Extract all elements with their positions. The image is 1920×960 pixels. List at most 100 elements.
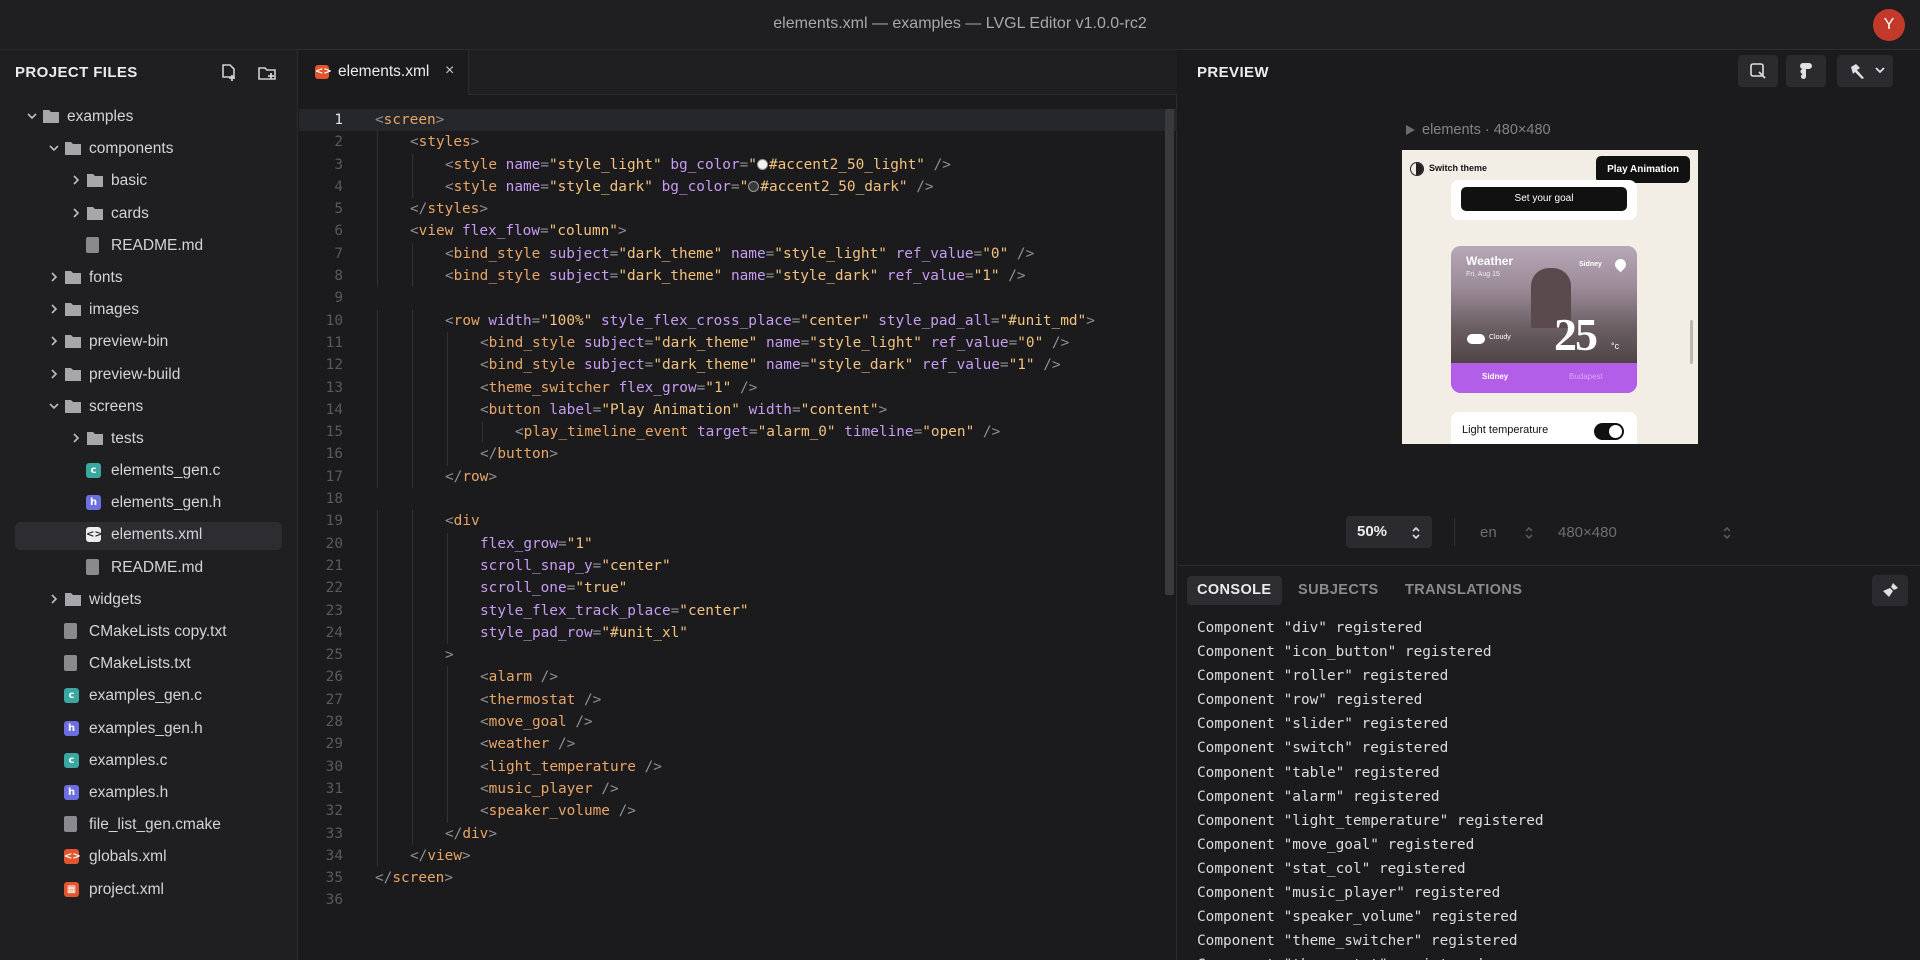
code-line[interactable]: 7 <bind_style subject="dark_theme" name="… — [299, 242, 1177, 266]
switch-theme-label[interactable]: Switch theme — [1429, 163, 1487, 173]
code-line[interactable]: 6 <view flex_flow="column"> — [299, 220, 1177, 243]
code-line[interactable]: 35 </screen> — [299, 867, 1177, 889]
tree-folder[interactable]: screens — [0, 391, 298, 423]
code-line[interactable]: 17 </row> — [299, 465, 1177, 489]
tree-folder[interactable]: components — [0, 133, 298, 165]
code-line[interactable]: 10 <row width = "100%" style_flex_cross_pla… — [299, 309, 1177, 332]
tab-subjects[interactable]: SUBJECTS — [1298, 576, 1379, 605]
resolution-select[interactable]: 480×480 — [1550, 516, 1742, 548]
code-line[interactable]: 3 <style name="style_light" bg_color=" #ac… — [299, 153, 1177, 176]
chevron-right-icon[interactable] — [48, 368, 60, 380]
chevron-right-icon[interactable] — [70, 432, 82, 444]
new-folder-icon[interactable] — [257, 63, 277, 83]
screenshot-button[interactable] — [1738, 55, 1778, 87]
tree-folder[interactable]: basic — [0, 165, 298, 197]
device-scrollbar[interactable] — [1690, 320, 1693, 364]
editor-scrollbar[interactable] — [1165, 109, 1174, 595]
tree-folder[interactable]: widgets — [0, 584, 298, 616]
code-line[interactable]: 13 <theme_switcher flex_grow="1" /> — [299, 376, 1177, 399]
tree-file[interactable]: c examples.c — [0, 745, 298, 777]
code-line[interactable]: 18 — [299, 488, 1177, 510]
close-icon[interactable]: × — [445, 62, 454, 80]
play-animation-button[interactable]: Play Animation — [1596, 156, 1690, 183]
chevron-down-icon[interactable] — [26, 110, 38, 122]
code-line[interactable]: 4 <style name="style_dark" bg_color=" #acc… — [299, 175, 1177, 199]
play-icon[interactable] — [1404, 124, 1416, 136]
chevron-down-icon[interactable] — [1875, 67, 1885, 75]
code-line[interactable]: 5 </styles> — [299, 198, 1177, 221]
build-button[interactable] — [1837, 55, 1893, 87]
tree-file[interactable]: README.md — [0, 552, 298, 584]
chevron-right-icon[interactable] — [70, 174, 82, 186]
avatar[interactable]: Y — [1873, 9, 1905, 41]
tab-translations[interactable]: TRANSLATIONS — [1405, 576, 1522, 605]
chevron-right-icon[interactable] — [48, 593, 60, 605]
tree-file[interactable]: CMakeLists copy.txt — [0, 616, 298, 648]
code-line[interactable]: 11 <bind_style subject="dark_theme" name=… — [299, 331, 1177, 355]
tree-file[interactable]: file_list_gen.cmake — [0, 809, 298, 841]
code-line[interactable]: 15 <play_timeline_event target="alarm_0" … — [299, 421, 1177, 444]
code-line[interactable]: 30 <light_temperature /> — [299, 755, 1177, 778]
tree-folder[interactable]: fonts — [0, 262, 298, 294]
city-tab-sidney[interactable]: Sidney — [1482, 372, 1508, 381]
color-swatch-icon[interactable] — [756, 158, 768, 170]
tree-folder[interactable]: cards — [0, 198, 298, 230]
tree-folder[interactable]: tests — [0, 423, 298, 455]
code-line[interactable]: 22 scroll_one="true" — [299, 577, 1177, 600]
figma-button[interactable] — [1786, 55, 1826, 87]
code-line[interactable]: 36 — [299, 889, 1177, 911]
code-line[interactable]: 21 scroll_snap_y="center" — [299, 554, 1177, 578]
code-line[interactable]: 2 <styles> — [299, 131, 1177, 154]
code-line[interactable]: 31 <music_player /> — [299, 777, 1177, 801]
code-line[interactable]: 12 <bind_style subject="dark_theme" name=… — [299, 354, 1177, 377]
tree-file[interactable]: h examples.h — [0, 777, 298, 809]
tree-file[interactable]: h elements_gen.h — [0, 487, 298, 519]
language-select[interactable]: en — [1472, 516, 1542, 548]
code-line[interactable]: 14 <button label="Play Animation" width="… — [299, 398, 1177, 422]
chevron-down-icon[interactable] — [48, 400, 60, 412]
theme-switch-icon[interactable] — [1410, 162, 1424, 176]
code-line[interactable]: 19 <div — [299, 510, 1177, 533]
tree-file[interactable]: README.md — [0, 230, 298, 262]
clear-console-button[interactable] — [1872, 575, 1908, 606]
code-line[interactable]: 16 </button> — [299, 443, 1177, 466]
chevron-right-icon[interactable] — [48, 335, 60, 347]
code-line[interactable]: 29 <weather /> — [299, 733, 1177, 756]
tree-file[interactable]: c examples_gen.c — [0, 680, 298, 712]
tree-folder[interactable]: images — [0, 294, 298, 326]
code-area[interactable]: 1 <screen> 2 <styles> 3 <style name="style_li… — [299, 109, 1177, 912]
chevron-right-icon[interactable] — [48, 303, 60, 315]
new-file-icon[interactable] — [218, 63, 238, 83]
code-line[interactable]: 25 > — [299, 644, 1177, 667]
chevron-down-icon[interactable] — [48, 142, 60, 154]
code-line[interactable]: 26 <alarm /> — [299, 666, 1177, 689]
chevron-right-icon[interactable] — [48, 271, 60, 283]
code-line[interactable]: 28 <move_goal /> — [299, 711, 1177, 734]
tree-file[interactable]: CMakeLists.txt — [0, 648, 298, 680]
tree-file[interactable]: ▦ project.xml — [0, 874, 298, 906]
code-line[interactable]: 23 style_flex_track_place="center" — [299, 599, 1177, 622]
code-line[interactable]: 27 <thermostat /> — [299, 688, 1177, 712]
code-line[interactable]: 1 <screen> — [299, 109, 1177, 132]
tree-file[interactable]: <> elements.xml — [0, 519, 298, 551]
tree-folder[interactable]: preview-build — [0, 359, 298, 391]
code-line[interactable]: 24 style_pad_row="#unit_xl" — [299, 621, 1177, 645]
tree-file[interactable]: c elements_gen.c — [0, 455, 298, 487]
tab-elements-xml[interactable]: <> elements.xml × — [299, 50, 469, 95]
code-line[interactable]: 34 </view> — [299, 844, 1177, 868]
zoom-select[interactable]: 50% — [1346, 516, 1432, 548]
code-line[interactable]: 32 <speaker_volume /> — [299, 800, 1177, 823]
code-line[interactable]: 33 </div> — [299, 822, 1177, 845]
tab-console[interactable]: CONSOLE — [1187, 576, 1282, 605]
color-swatch-icon[interactable] — [748, 180, 760, 192]
set-goal-button[interactable]: Set your goal — [1461, 187, 1627, 211]
code-line[interactable]: 9 — [299, 287, 1177, 309]
city-tab-budapest[interactable]: Budapest — [1569, 372, 1603, 381]
tree-file[interactable]: <> globals.xml — [0, 841, 298, 873]
tree-folder[interactable]: preview-bin — [0, 326, 298, 358]
code-line[interactable]: 20 flex_grow="1" — [299, 532, 1177, 555]
code-line[interactable]: 8 <bind_style subject="dark_theme" name="… — [299, 265, 1177, 288]
tree-folder[interactable]: examples — [0, 101, 298, 133]
tree-file[interactable]: h examples_gen.h — [0, 713, 298, 745]
light-toggle[interactable] — [1594, 423, 1624, 440]
